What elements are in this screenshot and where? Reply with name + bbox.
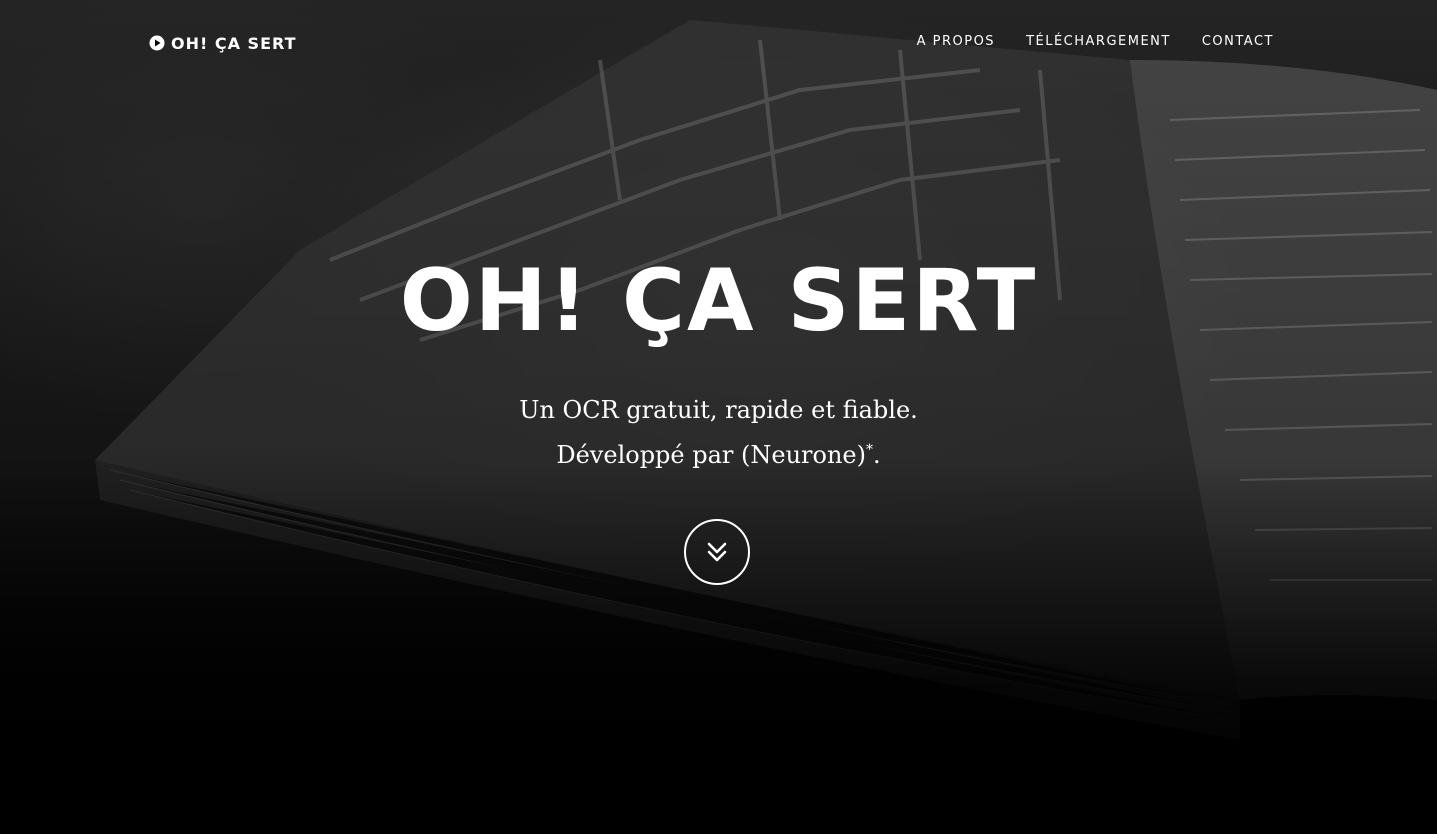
- hero-subtitle: Un OCR gratuit, rapide et fiable. Dévelo…: [0, 390, 1437, 475]
- nav-link-telechargement[interactable]: TÉLÉCHARGEMENT: [1026, 34, 1171, 49]
- double-chevron-down-icon: [707, 542, 727, 562]
- nav-link-a-propos[interactable]: A PROPOS: [917, 34, 995, 49]
- hero-subtitle-period: .: [873, 441, 881, 469]
- brand-label: OH! ÇA SERT: [171, 33, 297, 53]
- footnote-asterisk: *: [866, 442, 873, 458]
- hero-subtitle-developer: Développé par (Neurone): [556, 441, 866, 469]
- brand-link[interactable]: OH! ÇA SERT: [149, 32, 297, 54]
- hero-title: OH! ÇA SERT: [399, 251, 1038, 351]
- scroll-down-button[interactable]: [684, 519, 750, 585]
- main-nav: A PROPOS TÉLÉCHARGEMENT CONTACT: [917, 34, 1274, 49]
- hero-subtitle-line-1: Un OCR gratuit, rapide et fiable.: [519, 396, 918, 424]
- play-circle-icon: [149, 35, 165, 51]
- hero-subtitle-line-2: Développé par (Neurone)*.: [0, 430, 1437, 475]
- nav-link-contact[interactable]: CONTACT: [1202, 34, 1274, 49]
